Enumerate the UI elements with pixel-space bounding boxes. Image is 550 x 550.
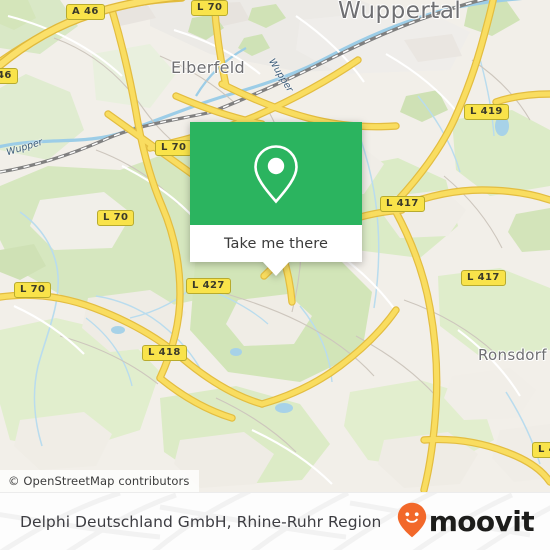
road-shield-l427: L 427	[186, 278, 231, 294]
map-attribution[interactable]: © OpenStreetMap contributors	[0, 470, 200, 492]
road-shield-a46-top: A 46	[66, 4, 105, 20]
destination-popup-card[interactable]: Take me there	[190, 122, 362, 276]
road-shield-l70-top: L 70	[191, 0, 229, 16]
popup-tail-icon	[262, 261, 290, 276]
road-shield-l417-north: L 417	[380, 196, 425, 212]
popup-icon-area	[190, 122, 362, 225]
map-pin-icon	[251, 143, 301, 205]
page-title: Delphi Deutschland GmbH, Rhine-Ruhr Regi…	[20, 513, 382, 531]
road-shield-l417-south: L 417	[461, 270, 506, 286]
road-shield-l418: L 418	[142, 345, 187, 361]
popup-action-bar[interactable]: Take me there	[190, 225, 362, 276]
road-shield-l4-clipped: L 4	[532, 442, 550, 458]
road-shield-46-left: 46	[0, 68, 18, 84]
map-label-wuppertal: Wuppertal	[338, 0, 462, 24]
footer-bar: Delphi Deutschland GmbH, Rhine-Ruhr Regi…	[0, 492, 550, 550]
moovit-wordmark: moovit	[428, 505, 535, 538]
moovit-brand[interactable]: moovit	[397, 502, 535, 542]
road-shield-l70-west: L 70	[97, 210, 135, 226]
take-me-there-button[interactable]: Take me there	[224, 236, 328, 252]
attribution-text: © OpenStreetMap contributors	[8, 474, 190, 488]
map-label-elberfeld: Elberfeld	[171, 58, 245, 77]
map-label-ronsdorf: Ronsdorf	[478, 346, 547, 364]
map-viewport[interactable]: Wuppertal Elberfeld Ronsdorf Wupper Wupp…	[0, 0, 550, 492]
road-shield-l70-southwest: L 70	[14, 282, 52, 298]
road-shield-l70-mid: L 70	[155, 140, 193, 156]
map-screenshot: Wuppertal Elberfeld Ronsdorf Wupper Wupp…	[0, 0, 550, 550]
moovit-smiley-pin-icon	[397, 502, 427, 542]
road-shield-l419: L 419	[464, 104, 509, 120]
